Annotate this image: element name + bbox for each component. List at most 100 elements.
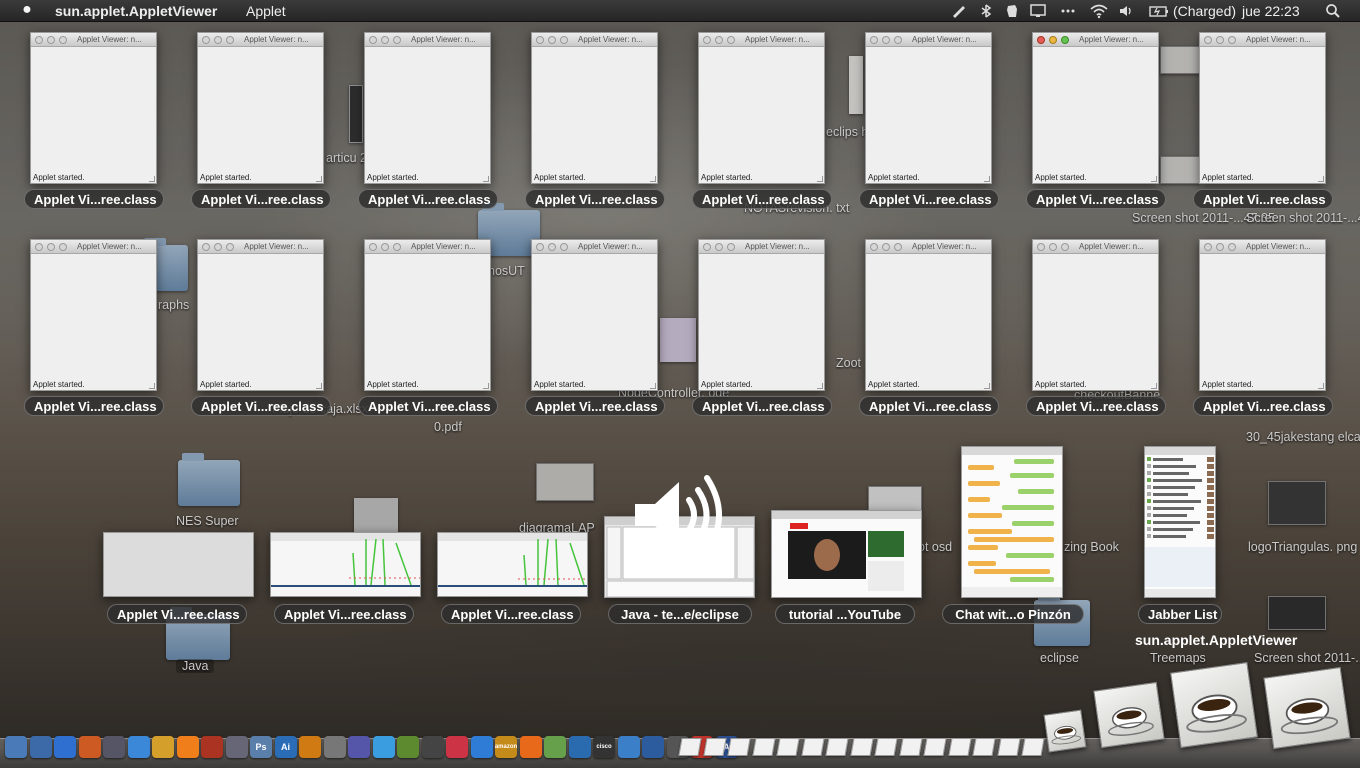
window-titlebar[interactable]: Applet Viewer: n... xyxy=(866,240,991,254)
minimized-window-icon[interactable] xyxy=(923,738,947,756)
window-label[interactable]: Applet Vi...ree.class xyxy=(1026,396,1166,416)
window-titlebar[interactable]: Applet Viewer: n... xyxy=(699,240,824,254)
zoom-button-icon[interactable] xyxy=(727,243,735,251)
youtube-window-thumbnail[interactable] xyxy=(771,510,922,598)
applet-viewer-window[interactable]: Applet Viewer: n... Applet started. xyxy=(531,239,658,391)
close-button-icon[interactable] xyxy=(703,36,711,44)
window-label[interactable]: Applet Vi...ree.class xyxy=(24,189,164,209)
resize-grip-icon[interactable] xyxy=(149,176,155,182)
dock-app-icon[interactable] xyxy=(78,736,101,758)
zoom-button-icon[interactable] xyxy=(393,36,401,44)
applet-viewer-window[interactable]: Applet Viewer: n... Applet started. xyxy=(865,239,992,391)
resize-grip-icon[interactable] xyxy=(1151,383,1157,389)
window-titlebar[interactable]: Applet Viewer: n... xyxy=(1033,240,1158,254)
window-titlebar[interactable]: Applet Viewer: n... xyxy=(365,240,490,254)
java-coffee-cup-icon[interactable] xyxy=(1093,681,1165,749)
minimize-button-icon[interactable] xyxy=(548,36,556,44)
applet-viewer-window[interactable]: Applet Viewer: n... Applet started. xyxy=(197,239,324,391)
resize-grip-icon[interactable] xyxy=(149,383,155,389)
dock-app-icon[interactable]: Ai xyxy=(274,736,297,758)
window-label[interactable]: tutorial ...YouTube xyxy=(775,604,915,624)
java-coffee-cup-icon[interactable] xyxy=(1170,661,1258,749)
dock-app-icon[interactable] xyxy=(642,736,664,758)
zoom-button-icon[interactable] xyxy=(560,36,568,44)
minimize-button-icon[interactable] xyxy=(882,36,890,44)
zoom-button-icon[interactable] xyxy=(1228,36,1236,44)
chat-window-thumbnail[interactable] xyxy=(961,446,1063,598)
minimized-window-icon[interactable] xyxy=(996,738,1021,756)
window-titlebar[interactable]: Applet Viewer: n... xyxy=(31,240,156,254)
window-label[interactable]: Applet Vi...ree.class xyxy=(191,189,331,209)
minimize-button-icon[interactable] xyxy=(47,243,55,251)
window-label[interactable]: Applet Vi...ree.class xyxy=(859,189,999,209)
close-button-icon[interactable] xyxy=(1204,243,1212,251)
applet-viewer-window[interactable]: Applet Viewer: n... Applet started. xyxy=(364,239,491,391)
dock-app-icon[interactable] xyxy=(323,736,346,758)
window-label[interactable]: Applet Vi...ree.class xyxy=(692,189,832,209)
window-titlebar[interactable]: Applet Viewer: n... xyxy=(1033,33,1158,47)
minimized-window-icon[interactable] xyxy=(776,738,800,756)
resize-grip-icon[interactable] xyxy=(316,383,322,389)
minimize-button-icon[interactable] xyxy=(1049,243,1057,251)
close-button-icon[interactable] xyxy=(1037,36,1045,44)
applet-viewer-window[interactable]: Applet Viewer: n... Applet started. xyxy=(698,239,825,391)
dock-app-icon[interactable] xyxy=(544,736,566,758)
close-button-icon[interactable] xyxy=(369,36,377,44)
window-titlebar[interactable]: Applet Viewer: n... xyxy=(1200,33,1325,47)
applet-viewer-window[interactable]: Applet Viewer: n... Applet started. xyxy=(1199,239,1326,391)
zoom-button-icon[interactable] xyxy=(226,243,234,251)
zoom-button-icon[interactable] xyxy=(1061,243,1069,251)
dock-app-icon[interactable]: cisco xyxy=(593,736,615,758)
dock-app-icon[interactable] xyxy=(103,736,125,758)
dock-app-icon[interactable] xyxy=(299,736,321,758)
close-button-icon[interactable] xyxy=(35,36,43,44)
dock-app-icon[interactable] xyxy=(54,736,76,758)
close-button-icon[interactable] xyxy=(1204,36,1212,44)
minimize-button-icon[interactable] xyxy=(882,243,890,251)
minimized-window-icon[interactable] xyxy=(972,738,996,756)
display-icon[interactable] xyxy=(1030,3,1046,19)
close-button-icon[interactable] xyxy=(1037,243,1045,251)
window-label[interactable]: Applet Vi...ree.class xyxy=(441,604,581,624)
window-titlebar[interactable]: Applet Viewer: n... xyxy=(532,33,657,47)
applet-viewer-window[interactable]: Applet Viewer: n... Applet started. xyxy=(865,32,992,184)
dock-app-icon[interactable] xyxy=(568,736,591,758)
minimized-window-icon[interactable] xyxy=(849,738,874,756)
window-label[interactable]: Applet Vi...ree.class xyxy=(1193,396,1333,416)
zoom-button-icon[interactable] xyxy=(1061,36,1069,44)
resize-grip-icon[interactable] xyxy=(984,176,990,182)
window-label[interactable]: Applet Vi...ree.class xyxy=(274,604,414,624)
resize-grip-icon[interactable] xyxy=(1318,176,1324,182)
minimize-button-icon[interactable] xyxy=(214,243,222,251)
resize-grip-icon[interactable] xyxy=(483,383,489,389)
zoom-button-icon[interactable] xyxy=(226,36,234,44)
resize-grip-icon[interactable] xyxy=(650,176,656,182)
more-icon[interactable] xyxy=(1060,3,1076,19)
applet-viewer-window[interactable]: Applet Viewer: n... Applet started. xyxy=(1032,32,1159,184)
resize-grip-icon[interactable] xyxy=(650,383,656,389)
minimize-button-icon[interactable] xyxy=(47,36,55,44)
window-titlebar[interactable]: Applet Viewer: n... xyxy=(365,33,490,47)
applet-viewer-window[interactable]: Applet Viewer: n... Applet started. xyxy=(698,32,825,184)
battery-icon[interactable] xyxy=(1149,3,1169,19)
window-label[interactable]: Applet Vi...ree.class xyxy=(692,396,832,416)
window-titlebar[interactable]: Applet Viewer: n... xyxy=(866,33,991,47)
minimize-button-icon[interactable] xyxy=(214,36,222,44)
window-titlebar[interactable]: Applet Viewer: n... xyxy=(198,240,323,254)
applet-window-thumbnail[interactable] xyxy=(103,532,254,597)
zoom-button-icon[interactable] xyxy=(393,243,401,251)
dock-app-icon[interactable] xyxy=(127,736,150,758)
resize-grip-icon[interactable] xyxy=(316,176,322,182)
script-icon[interactable] xyxy=(951,3,967,19)
window-label[interactable]: Applet Vi...ree.class xyxy=(525,396,665,416)
resize-grip-icon[interactable] xyxy=(1318,383,1324,389)
window-label[interactable]: Applet Vi...ree.class xyxy=(358,396,498,416)
minimized-window-icon[interactable] xyxy=(702,738,727,756)
minimize-button-icon[interactable] xyxy=(715,36,723,44)
apple-icon[interactable]: ● xyxy=(19,1,35,18)
applet-viewer-window[interactable]: Applet Viewer: n... Applet started. xyxy=(531,32,658,184)
wifi-icon[interactable] xyxy=(1089,3,1109,19)
close-button-icon[interactable] xyxy=(536,36,544,44)
zoom-button-icon[interactable] xyxy=(59,243,67,251)
dock-app-icon[interactable] xyxy=(617,736,640,758)
